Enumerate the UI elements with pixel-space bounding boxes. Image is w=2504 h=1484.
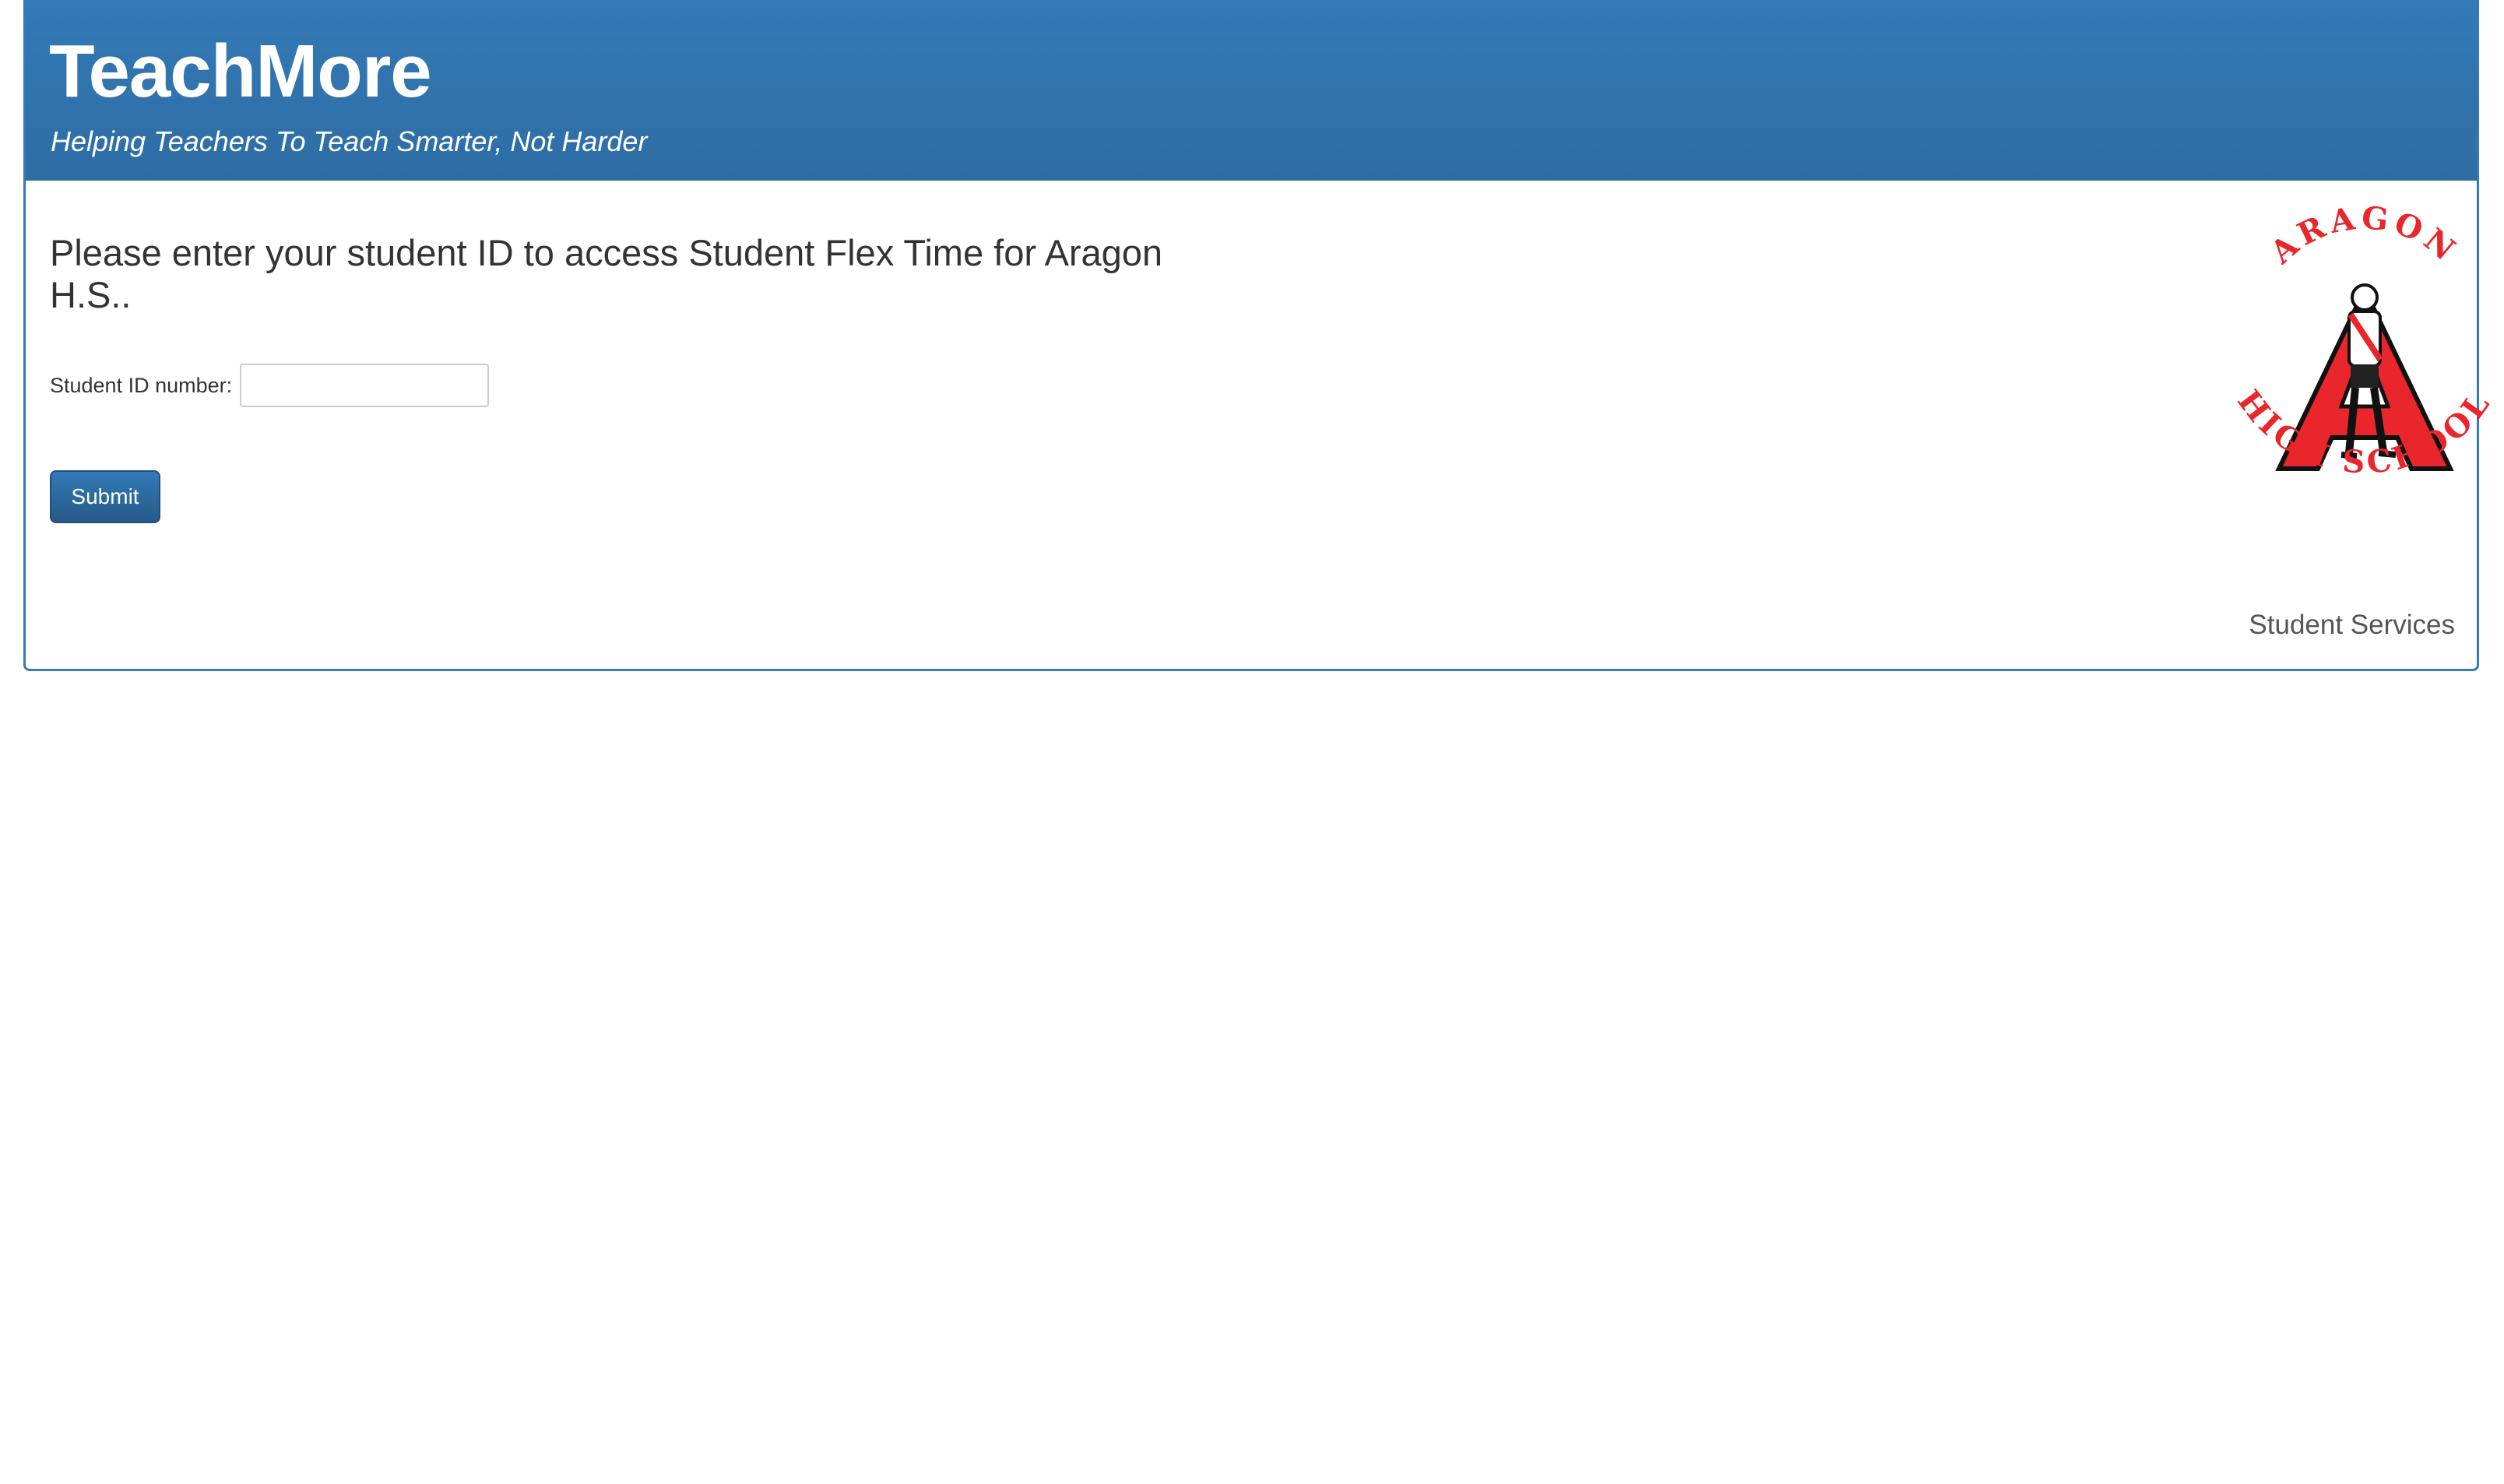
page-heading: Please enter your student ID to access S… (50, 232, 1163, 315)
student-id-label: Student ID number: (50, 373, 233, 397)
brand-tagline: Helping Teachers To Teach Smarter, Not H… (51, 125, 648, 157)
page-header: TeachMore Helping Teachers To Teach Smar… (26, 0, 2477, 181)
aragon-logo: ARAGON HIGH SCHOOL (2230, 204, 2495, 481)
brand-title: TeachMore (49, 30, 432, 113)
logo-top-text: ARAGON (2263, 204, 2465, 272)
main-panel: TeachMore Helping Teachers To Teach Smar… (23, 0, 2495, 671)
submit-button[interactable]: Submit (50, 470, 160, 523)
footer-student-services: Student Services (2249, 610, 2455, 640)
student-id-input[interactable] (240, 364, 490, 407)
student-id-row: Student ID number: (50, 363, 490, 408)
